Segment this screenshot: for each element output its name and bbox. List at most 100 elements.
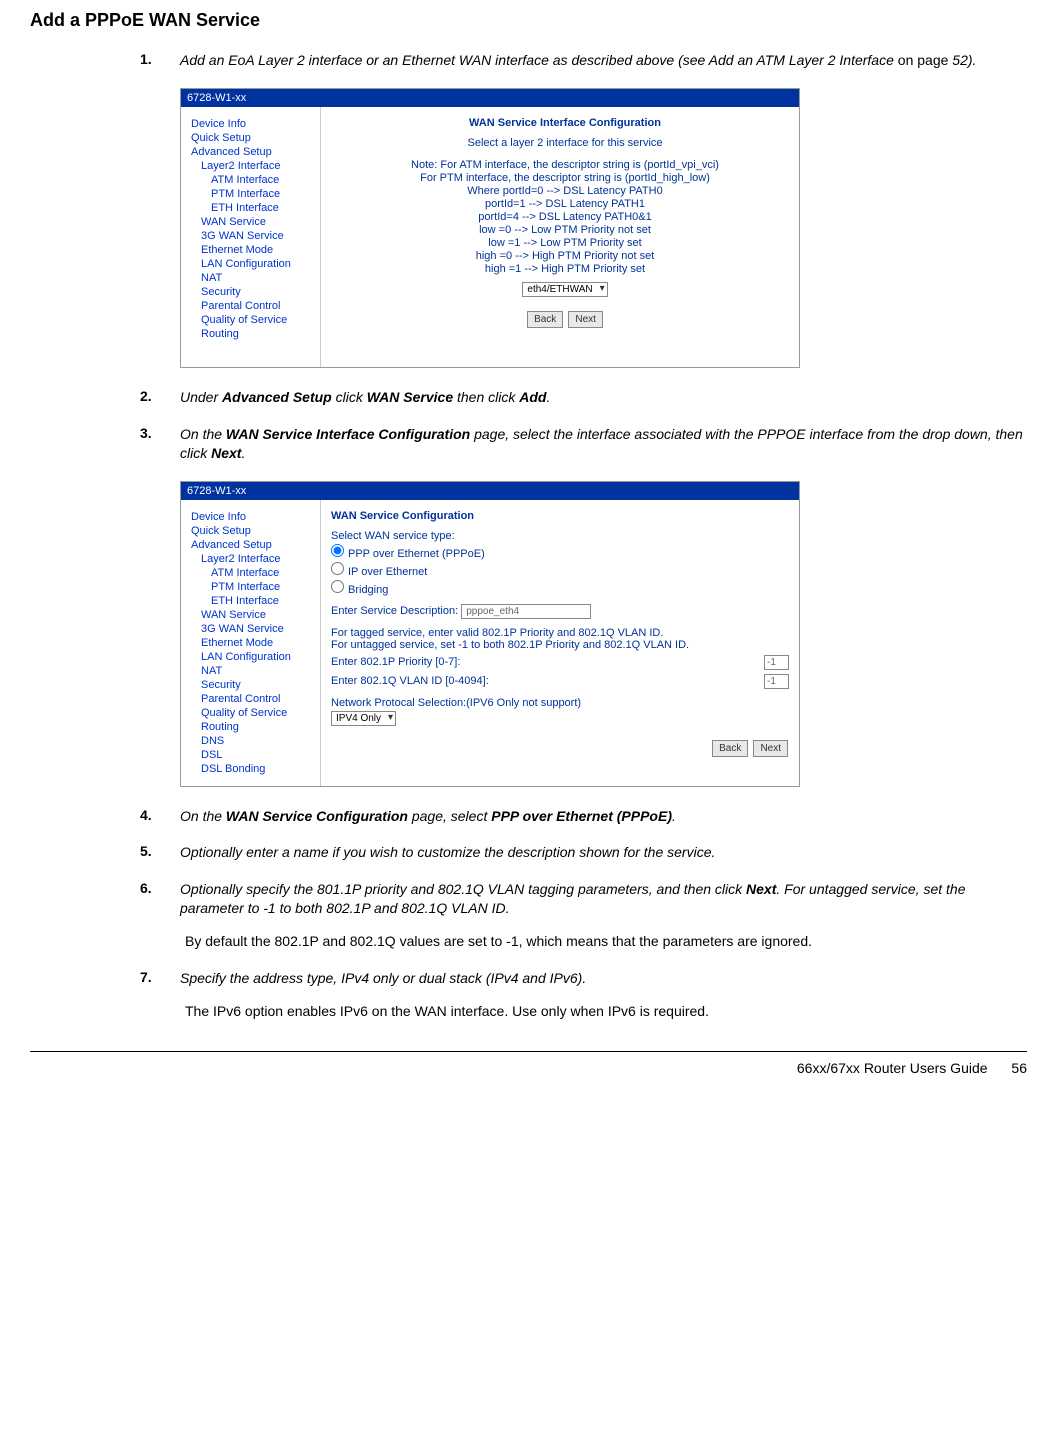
nav-item[interactable]: LAN Configuration	[201, 257, 315, 271]
priority-input[interactable]: -1	[764, 655, 789, 670]
step-num: 6.	[140, 880, 180, 951]
t: then click	[453, 389, 519, 405]
vlan-label: Enter 802.1Q VLAN ID [0-4094]:	[331, 675, 764, 687]
t: On the	[180, 426, 226, 442]
next-button[interactable]: Next	[753, 740, 788, 757]
nav-item[interactable]: DNS	[201, 734, 315, 748]
step-4: 4. On the WAN Service Configuration page…	[140, 807, 1027, 826]
radio-input[interactable]	[331, 580, 344, 593]
content-main: WAN Service Configuration Select WAN ser…	[321, 500, 799, 786]
step-text: On the WAN Service Configuration page, s…	[180, 807, 1027, 826]
nav-item[interactable]: NAT	[201, 664, 315, 678]
nav-item[interactable]: Advanced Setup	[191, 538, 315, 552]
tag-note: For untagged service, set -1 to both 802…	[331, 639, 789, 651]
back-button[interactable]: Back	[712, 740, 748, 757]
nav-sidebar: Device Info Quick Setup Advanced Setup L…	[181, 107, 321, 367]
nav-item[interactable]: WAN Service	[201, 608, 315, 622]
nav-item[interactable]: DSL	[201, 748, 315, 762]
next-button[interactable]: Next	[568, 311, 603, 328]
note-line: For PTM interface, the descriptor string…	[341, 172, 789, 184]
nav-item[interactable]: Security	[201, 678, 315, 692]
page-title: WAN Service Interface Configuration	[341, 117, 789, 129]
step-text: Specify the address type, IPv4 only or d…	[180, 969, 1027, 1021]
radio-ipoe[interactable]: IP over Ethernet	[331, 562, 789, 578]
step-7: 7. Specify the address type, IPv4 only o…	[140, 969, 1027, 1021]
nav-item[interactable]: Routing	[201, 720, 315, 734]
nav-item[interactable]: 3G WAN Service	[201, 622, 315, 636]
t: Optionally specify the 801.1P priority a…	[180, 881, 746, 897]
priority-label: Enter 802.1P Priority [0-7]:	[331, 656, 764, 668]
nav-item[interactable]: 3G WAN Service	[201, 229, 315, 243]
radio-input[interactable]	[331, 544, 344, 557]
step-num: 7.	[140, 969, 180, 1021]
t: 52).	[948, 52, 976, 68]
t: Advanced Setup	[222, 389, 332, 405]
footer-title: 66xx/67xx Router Users Guide	[797, 1060, 988, 1076]
nav-item[interactable]: Ethernet Mode	[201, 243, 315, 257]
nav-item[interactable]: Device Info	[191, 117, 315, 131]
nav-item[interactable]: Parental Control	[201, 692, 315, 706]
nav-item[interactable]: Advanced Setup	[191, 145, 315, 159]
nav-item[interactable]: ETH Interface	[211, 594, 315, 608]
nav-item[interactable]: Parental Control	[201, 299, 315, 313]
t: .	[546, 389, 550, 405]
nav-item[interactable]: Quality of Service	[201, 706, 315, 720]
t: .	[672, 808, 676, 824]
nav-item[interactable]: DSL Bonding	[201, 762, 315, 776]
back-button[interactable]: Back	[527, 311, 563, 328]
step-note: The IPv6 option enables IPv6 on the WAN …	[185, 1002, 1027, 1021]
radio-label: IP over Ethernet	[348, 566, 427, 578]
window-titlebar: 6728-W1-xx	[181, 89, 799, 107]
desc-input[interactable]: pppoe_eth4	[461, 604, 591, 619]
step-5: 5. Optionally enter a name if you wish t…	[140, 843, 1027, 862]
nav-item[interactable]: Device Info	[191, 510, 315, 524]
t: Add an EoA Layer 2 interface or an Ether…	[180, 52, 898, 68]
note-line: low =0 --> Low PTM Priority not set	[341, 224, 789, 236]
radio-input[interactable]	[331, 562, 344, 575]
step-text: On the WAN Service Interface Configurati…	[180, 425, 1027, 463]
screenshot-2: 6728-W1-xx Device Info Quick Setup Advan…	[180, 481, 800, 787]
t: .	[241, 445, 245, 461]
protocol-label: Network Protocal Selection:(IPV6 Only no…	[331, 697, 789, 709]
nav-item[interactable]: NAT	[201, 271, 315, 285]
nav-item[interactable]: Quick Setup	[191, 131, 315, 145]
nav-item[interactable]: LAN Configuration	[201, 650, 315, 664]
nav-item[interactable]: Quick Setup	[191, 524, 315, 538]
nav-item[interactable]: Ethernet Mode	[201, 636, 315, 650]
nav-item[interactable]: ATM Interface	[211, 173, 315, 187]
note-line: portId=4 --> DSL Latency PATH0&1	[341, 211, 789, 223]
subtitle: Select a layer 2 interface for this serv…	[341, 137, 789, 149]
note-line: high =1 --> High PTM Priority set	[341, 263, 789, 275]
nav-item[interactable]: ETH Interface	[211, 201, 315, 215]
nav-item[interactable]: Security	[201, 285, 315, 299]
note-line: Where portId=0 --> DSL Latency PATH0	[341, 185, 789, 197]
t: click	[332, 389, 367, 405]
t: Add	[519, 389, 546, 405]
vlan-input[interactable]: -1	[764, 674, 789, 689]
nav-item[interactable]: PTM Interface	[211, 580, 315, 594]
nav-item[interactable]: Routing	[201, 327, 315, 341]
radio-label: Bridging	[348, 584, 388, 596]
step-num: 4.	[140, 807, 180, 826]
t: Next	[211, 445, 241, 461]
protocol-select[interactable]: IPV4 Only	[331, 711, 396, 726]
nav-item[interactable]: WAN Service	[201, 215, 315, 229]
step-1: 1. Add an EoA Layer 2 interface or an Et…	[140, 51, 1027, 70]
t: Under	[180, 389, 222, 405]
radio-pppoe[interactable]: PPP over Ethernet (PPPoE)	[331, 544, 789, 560]
t: WAN Service Configuration	[226, 808, 408, 824]
nav-item[interactable]: Layer2 Interface	[201, 552, 315, 566]
nav-item[interactable]: Layer2 Interface	[201, 159, 315, 173]
nav-item[interactable]: PTM Interface	[211, 187, 315, 201]
radio-bridging[interactable]: Bridging	[331, 580, 789, 596]
page-title: WAN Service Configuration	[331, 510, 789, 522]
note-line: portId=1 --> DSL Latency PATH1	[341, 198, 789, 210]
step-text: Optionally enter a name if you wish to c…	[180, 843, 1027, 862]
t: On the	[180, 808, 226, 824]
step-3: 3. On the WAN Service Interface Configur…	[140, 425, 1027, 463]
nav-item[interactable]: Quality of Service	[201, 313, 315, 327]
step-2: 2. Under Advanced Setup click WAN Servic…	[140, 388, 1027, 407]
nav-item[interactable]: ATM Interface	[211, 566, 315, 580]
step-num: 5.	[140, 843, 180, 862]
interface-select[interactable]: eth4/ETHWAN	[522, 282, 607, 297]
